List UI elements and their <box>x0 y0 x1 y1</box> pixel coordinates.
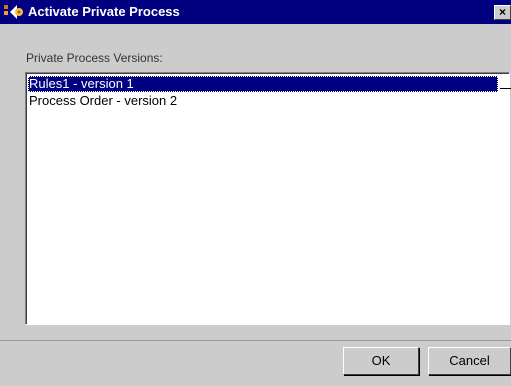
versions-label: Private Process Versions: <box>26 51 163 65</box>
edge-marker <box>500 88 511 89</box>
close-button[interactable]: × <box>494 5 511 20</box>
ok-button[interactable]: OK <box>343 347 419 375</box>
cancel-button[interactable]: Cancel <box>428 347 511 375</box>
button-bar: OK Cancel <box>0 340 511 386</box>
list-item[interactable]: Process Order - version 2 <box>28 93 498 109</box>
title-bar[interactable]: Activate Private Process × <box>0 0 511 24</box>
activate-private-process-dialog: Activate Private Process × Private Proce… <box>0 0 511 386</box>
dialog-title: Activate Private Process <box>28 4 180 19</box>
process-gear-icon <box>4 5 23 19</box>
versions-listbox[interactable]: Rules1 - version 1 Process Order - versi… <box>25 72 510 325</box>
close-icon: × <box>498 5 506 19</box>
list-item[interactable]: Rules1 - version 1 <box>28 76 498 92</box>
